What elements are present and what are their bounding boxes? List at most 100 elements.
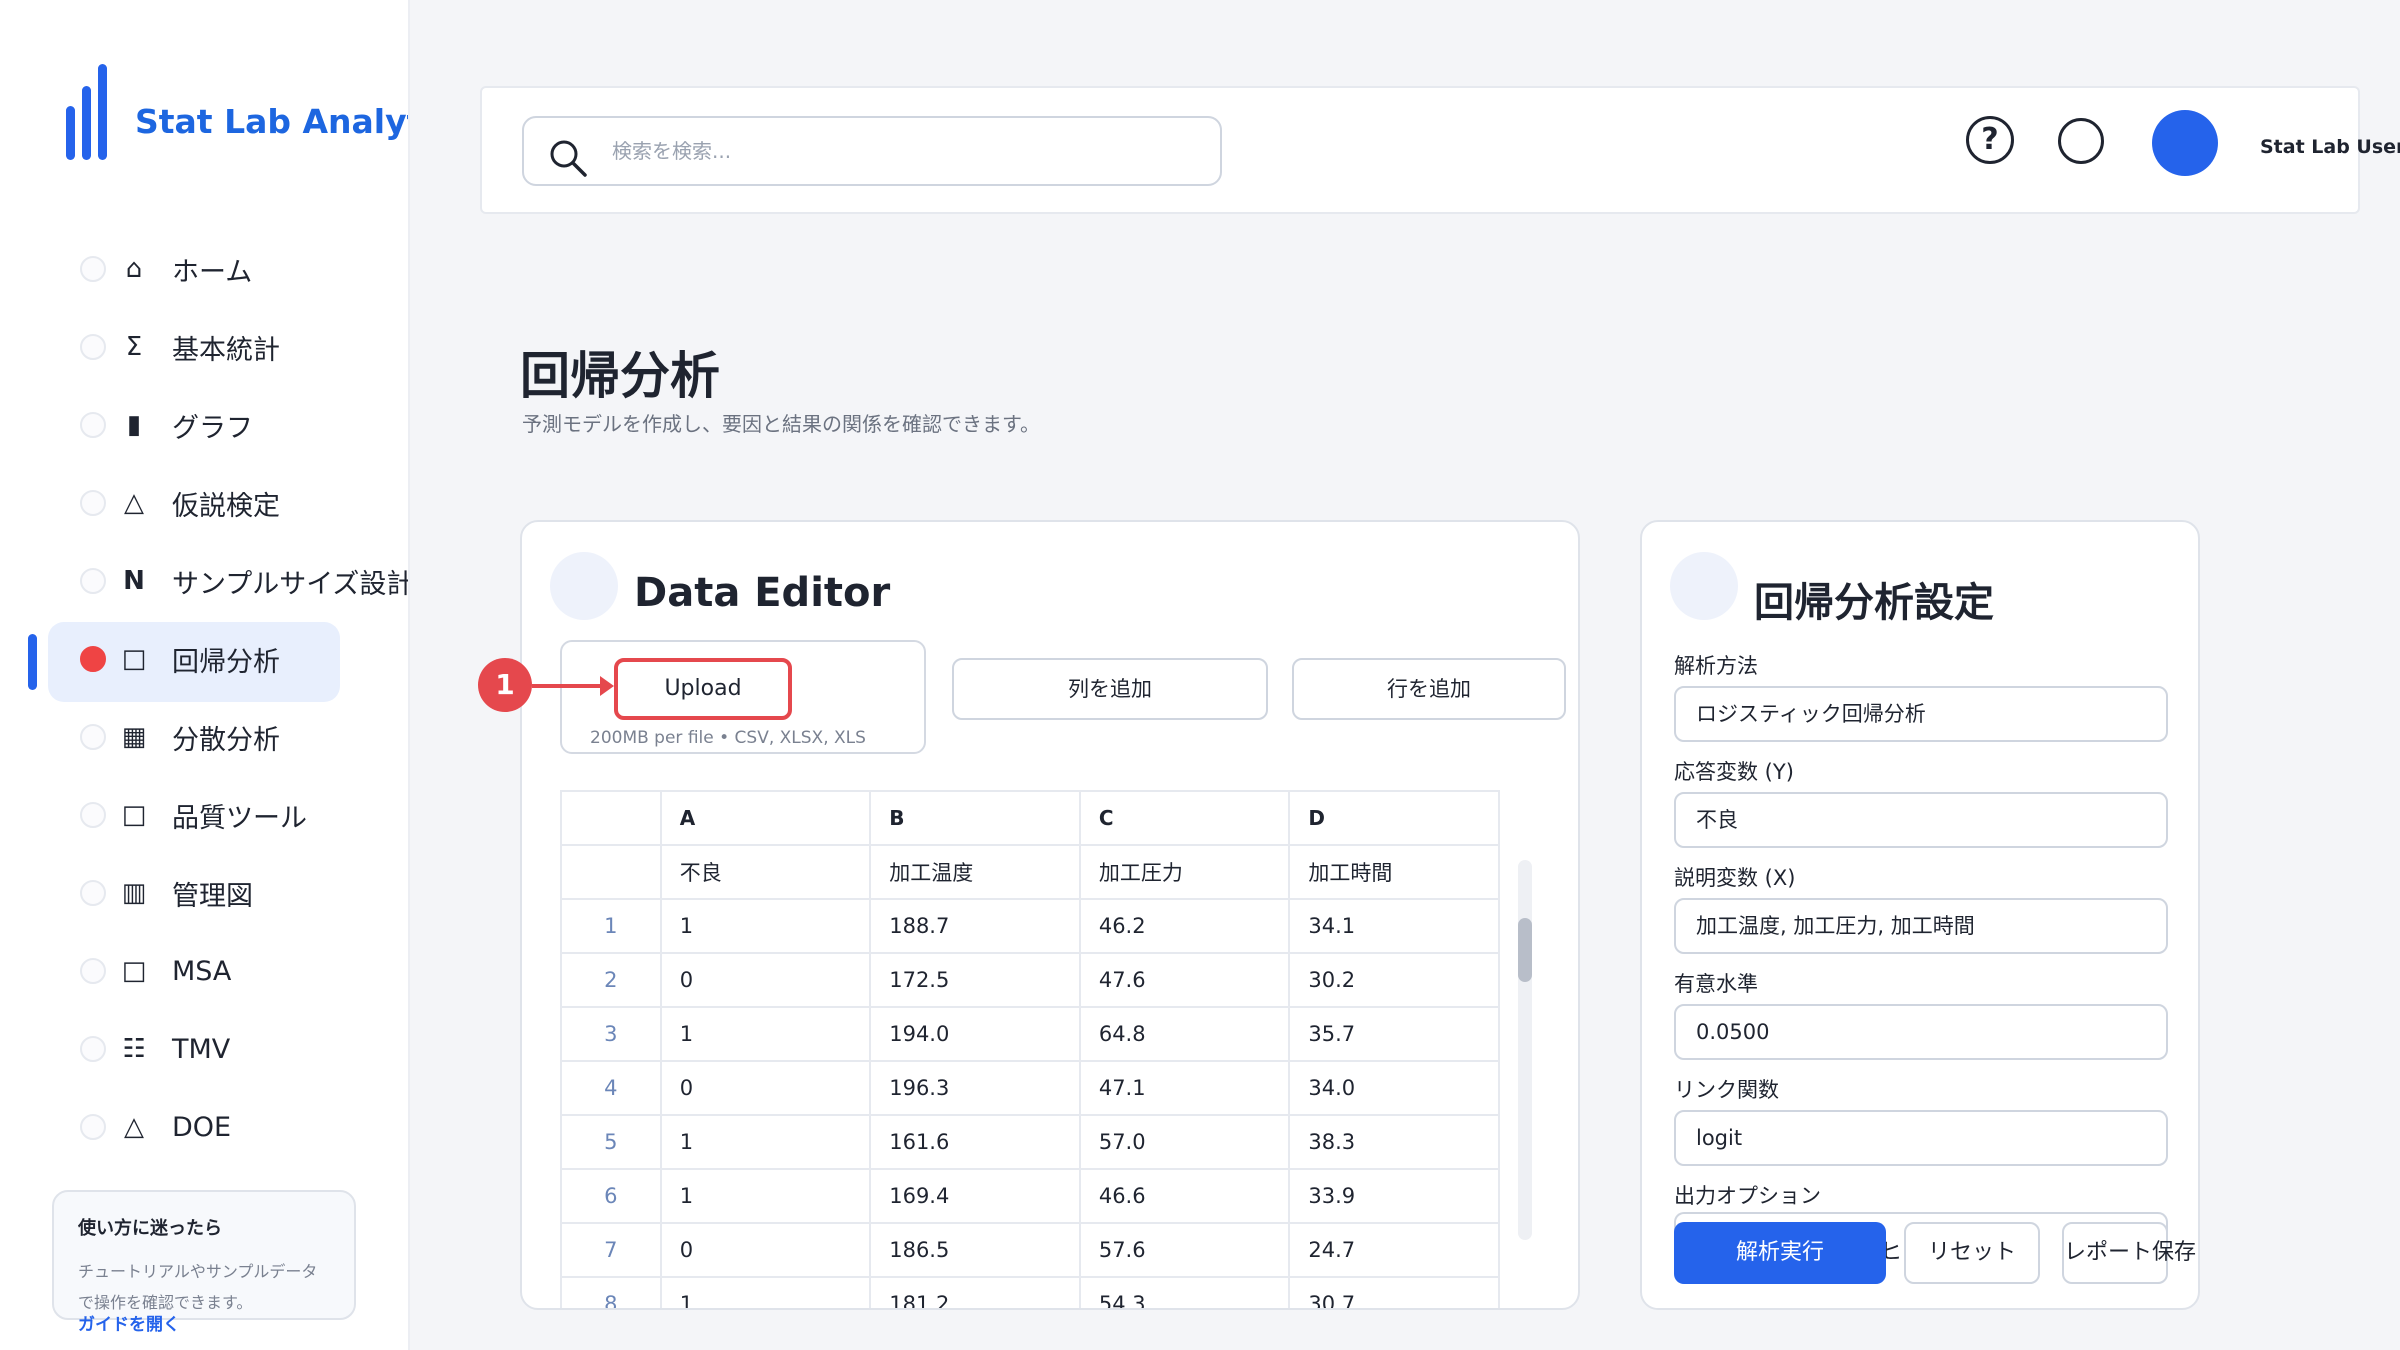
sidebar-item-hypothesis-test[interactable]: △ 仮説検定 — [0, 464, 408, 542]
data-cell[interactable]: 1 — [660, 1007, 872, 1062]
sidebar-item-label: 管理図 — [172, 880, 253, 912]
upload-dropzone[interactable]: Upload 200MB per file • CSV, XLSX, XLS — [560, 640, 926, 754]
link-function-select[interactable]: logit — [1674, 1110, 2168, 1166]
response-select[interactable]: 不良 — [1674, 792, 2168, 848]
data-cell[interactable]: 47.1 — [1079, 1061, 1291, 1116]
save-report-button[interactable]: レポート保存 — [2062, 1222, 2196, 1284]
help-icon[interactable]: ? — [1966, 116, 2014, 164]
nav-radio-indicator — [80, 1036, 106, 1062]
data-cell[interactable]: 33.9 — [1289, 1169, 1500, 1224]
table-row: 3 1 194.0 64.8 35.7 — [560, 1007, 1500, 1062]
data-cell[interactable]: 1 — [660, 1277, 872, 1308]
column-letter[interactable]: A — [660, 790, 872, 846]
header-cell[interactable]: 加工圧力 — [1079, 845, 1291, 900]
add-row-button[interactable]: 行を追加 — [1292, 658, 1566, 720]
method-label: 解析方法 — [1674, 654, 1758, 678]
data-cell[interactable]: 54.3 — [1079, 1277, 1291, 1308]
sidebar-item-basic-stats[interactable]: Σ 基本統計 — [0, 308, 408, 386]
data-cell[interactable]: 57.6 — [1079, 1223, 1291, 1278]
nav-radio-indicator — [80, 880, 106, 906]
table-scrollbar-thumb[interactable] — [1518, 918, 1532, 982]
sidebar-item-msa[interactable]: □ MSA — [0, 932, 408, 1010]
sidebar-item-graph[interactable]: ▮ グラフ — [0, 386, 408, 464]
upload-button[interactable]: Upload — [614, 658, 792, 720]
data-cell[interactable]: 186.5 — [870, 1223, 1081, 1278]
header-cell[interactable]: 加工時間 — [1289, 845, 1500, 900]
help-card-text: チュートリアルやサンプルデータで操作を確認できます。 — [78, 1262, 318, 1312]
nav-radio-indicator — [80, 334, 106, 360]
data-cell[interactable]: 30.7 — [1289, 1277, 1500, 1308]
data-cell[interactable]: 38.3 — [1289, 1115, 1500, 1170]
data-cell[interactable]: 169.4 — [870, 1169, 1081, 1224]
sidebar-item-regression[interactable]: □ 回帰分析 — [0, 620, 408, 702]
data-cell[interactable]: 161.6 — [870, 1115, 1081, 1170]
header-row: 不良 加工温度 加工圧力 加工時間 — [560, 845, 1500, 900]
significance-input[interactable]: 0.0500 — [1674, 1004, 2168, 1060]
data-cell[interactable]: 64.8 — [1079, 1007, 1291, 1062]
data-cell[interactable]: 35.7 — [1289, 1007, 1500, 1062]
sidebar-item-quality-tools[interactable]: □ 品質ツール — [0, 776, 408, 854]
bar-chart-logo-icon — [66, 62, 107, 160]
header-cell[interactable]: 不良 — [660, 845, 872, 900]
search-input[interactable] — [612, 118, 1202, 184]
sidebar-item-sample-size[interactable]: N サンプルサイズ設計 — [0, 542, 408, 620]
response-label: 応答変数 (Y) — [1674, 760, 1794, 784]
data-cell[interactable]: 0 — [660, 1223, 872, 1278]
page-subtitle: 予測モデルを作成し、要因と結果の関係を確認できます。 — [522, 412, 1040, 436]
reset-button[interactable]: リセット — [1904, 1222, 2040, 1284]
sidebar-item-tmv[interactable]: ☷ TMV — [0, 1010, 408, 1088]
notification-icon[interactable] — [2058, 118, 2104, 164]
table-row: 1 1 188.7 46.2 34.1 — [560, 899, 1500, 954]
data-cell[interactable]: 0 — [660, 953, 872, 1008]
data-cell[interactable]: 1 — [660, 1115, 872, 1170]
column-letter[interactable]: D — [1289, 790, 1500, 846]
avatar[interactable] — [2152, 110, 2218, 176]
triangle-icon: △ — [124, 1112, 144, 1142]
data-cell[interactable]: 34.0 — [1289, 1061, 1500, 1116]
data-cell[interactable]: 172.5 — [870, 953, 1081, 1008]
column-letter[interactable]: B — [870, 790, 1081, 846]
guide-link[interactable]: ガイドを開く — [78, 1310, 180, 1335]
data-cell[interactable]: 57.0 — [1079, 1115, 1291, 1170]
annotation-badge: 1 — [478, 658, 532, 712]
table-row: 4 0 196.3 47.1 34.0 — [560, 1061, 1500, 1116]
data-cell[interactable]: 46.2 — [1079, 899, 1291, 954]
data-cell[interactable]: 34.1 — [1289, 899, 1500, 954]
table-scrollbar[interactable] — [1518, 860, 1532, 1240]
data-cell[interactable]: 0 — [660, 1061, 872, 1116]
home-icon: ⌂ — [125, 254, 143, 284]
search-icon — [550, 140, 587, 177]
user-name[interactable]: Stat Lab User — [2260, 136, 2400, 158]
table-row: 5 1 161.6 57.0 38.3 — [560, 1115, 1500, 1170]
data-cell[interactable]: 196.3 — [870, 1061, 1081, 1116]
triangle-icon: △ — [124, 488, 144, 518]
sidebar-item-label: ホーム — [172, 256, 253, 288]
sidebar-item-anova[interactable]: ▦ 分散分析 — [0, 698, 408, 776]
data-cell[interactable]: 188.7 — [870, 899, 1081, 954]
data-cell[interactable]: 181.2 — [870, 1277, 1081, 1308]
header-cell[interactable]: 加工温度 — [870, 845, 1081, 900]
row-number: 5 — [560, 1115, 662, 1170]
data-cell[interactable]: 1 — [660, 1169, 872, 1224]
data-cell[interactable]: 47.6 — [1079, 953, 1291, 1008]
data-editor-title: Data Editor — [634, 570, 891, 616]
data-cell[interactable]: 194.0 — [870, 1007, 1081, 1062]
data-cell[interactable]: 24.7 — [1289, 1223, 1500, 1278]
help-card-title: 使い方に迷ったら — [78, 1218, 222, 1239]
columns-icon: ▥ — [121, 878, 147, 908]
data-cell[interactable]: 1 — [660, 899, 872, 954]
search-box[interactable] — [522, 116, 1222, 186]
add-column-button[interactable]: 列を追加 — [952, 658, 1268, 720]
sidebar-item-control-chart[interactable]: ▥ 管理図 — [0, 854, 408, 932]
method-select[interactable]: ロジスティック回帰分析 — [1674, 686, 2168, 742]
data-cell[interactable]: 30.2 — [1289, 953, 1500, 1008]
data-cell[interactable]: 46.6 — [1079, 1169, 1291, 1224]
run-analysis-button[interactable]: 解析実行 — [1674, 1222, 1886, 1284]
corner-cell — [560, 790, 662, 846]
sidebar-item-label: 仮説検定 — [172, 490, 280, 522]
sidebar-item-home[interactable]: ⌂ ホーム — [0, 230, 408, 308]
row-number — [560, 845, 662, 900]
explanatory-select[interactable]: 加工温度, 加工圧力, 加工時間 — [1674, 898, 2168, 954]
column-letter[interactable]: C — [1079, 790, 1291, 846]
sidebar-item-doe[interactable]: △ DOE — [0, 1088, 408, 1166]
